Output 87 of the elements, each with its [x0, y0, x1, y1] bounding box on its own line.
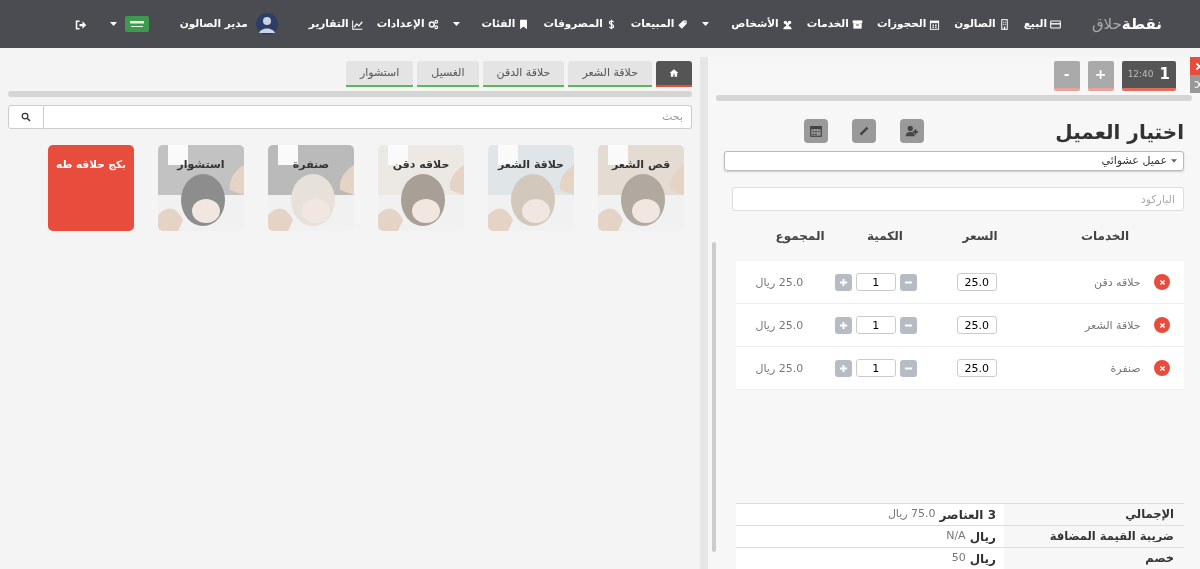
caret-icon — [1171, 159, 1177, 163]
section-title: اختيار العميل — [1055, 119, 1184, 146]
bookmark-icon — [518, 18, 530, 30]
avatar — [255, 13, 278, 35]
product-name[interactable]: حلاقة الشعر — [488, 157, 574, 174]
nav-link[interactable]: المصروفات — [536, 16, 624, 32]
plus-icon — [838, 363, 848, 373]
nav-link[interactable]: المبيعات — [623, 16, 696, 32]
caret-icon — [109, 22, 117, 26]
line-total: 25.0 ريال — [755, 318, 804, 332]
nav-link[interactable]: الحجوزات — [869, 16, 948, 32]
column-header: الكمية — [866, 228, 904, 245]
total-value: ريال — [969, 528, 996, 546]
calendar-button[interactable] — [804, 119, 828, 143]
service-name: حلاقه دقن — [1094, 275, 1141, 289]
total-value: 50 — [951, 550, 966, 567]
nav-link[interactable]: الأشخاص — [695, 16, 800, 32]
product-name[interactable]: صنفرة — [268, 157, 354, 174]
total-value: 3 العناصر — [939, 506, 996, 524]
nav-link[interactable]: الخدمات — [799, 16, 870, 32]
total-label: الإجمالي — [1125, 505, 1174, 523]
building-icon — [998, 18, 1010, 30]
logo-text: نقطة — [1121, 13, 1162, 35]
total-label: ضريبة القيمة المضافة — [1049, 527, 1174, 545]
add-customer-button[interactable] — [900, 119, 924, 143]
gears-icon — [427, 18, 439, 30]
remove-button[interactable] — [1154, 274, 1171, 290]
price-field[interactable]: 25.0 — [956, 359, 997, 377]
plus-icon — [838, 320, 848, 330]
scroll-bar[interactable] — [712, 242, 716, 552]
plus-icon — [838, 277, 848, 287]
add-user-icon — [905, 124, 919, 138]
user-name[interactable]: مدير الصالون — [179, 16, 248, 32]
barcode-field[interactable]: الباركود — [732, 187, 1184, 211]
nav-link[interactable]: التقارير — [301, 16, 370, 32]
calendar-icon — [809, 124, 823, 138]
logout-icon[interactable] — [74, 18, 87, 31]
search-button[interactable] — [8, 105, 44, 129]
card-icon — [1050, 18, 1061, 30]
quantity-field[interactable]: 1 — [855, 359, 896, 377]
total-label: خصم — [1145, 549, 1174, 567]
column-header: الخدمات — [1079, 228, 1131, 245]
close-icon — [1158, 364, 1166, 372]
product-name[interactable]: قص الشعر — [598, 157, 684, 174]
nav-link[interactable]: الفئات — [445, 16, 537, 32]
category-tab[interactable]: الغسيل — [417, 61, 479, 87]
chart-icon — [351, 18, 363, 30]
archive-icon — [851, 18, 863, 30]
flag-icon — [124, 16, 149, 32]
calendar-icon — [929, 18, 941, 30]
search-field[interactable]: بحث — [44, 105, 692, 129]
home-tab[interactable] — [656, 61, 692, 87]
quantity-field[interactable]: 1 — [855, 316, 896, 334]
nav-link[interactable]: الإعدادات — [369, 16, 446, 32]
quantity-field[interactable]: 1 — [855, 273, 896, 291]
close-icon — [1194, 61, 1200, 71]
customer-select[interactable]: عميل عشوائي — [724, 151, 1184, 171]
people-icon — [781, 18, 793, 30]
product-tile[interactable]: بكج حلاقه طه — [48, 145, 134, 231]
category-tab[interactable]: حلاقة الشعر — [568, 61, 652, 87]
category-tab[interactable]: استشوار — [345, 61, 414, 87]
line-total: 25.0 ريال — [755, 275, 804, 289]
total-value: ريال — [969, 550, 996, 568]
search-icon — [21, 112, 31, 122]
ticket-button[interactable] — [852, 119, 876, 143]
line-total: 25.0 ريال — [755, 361, 804, 375]
close-icon — [1158, 321, 1166, 329]
remove-button[interactable] — [1154, 317, 1171, 333]
category-tab[interactable]: حلاقة الدقن — [482, 61, 565, 87]
nav-link[interactable]: البيع — [1016, 16, 1068, 32]
service-name: صنفرة — [1110, 361, 1141, 375]
product-name[interactable]: استشوار — [158, 157, 244, 174]
home-icon — [669, 68, 679, 78]
close-icon — [1158, 278, 1166, 286]
price-field[interactable]: 25.0 — [956, 316, 997, 334]
logo-text: حلاق — [1092, 13, 1122, 35]
total-value: N/A — [946, 528, 966, 545]
column-header: المجموع — [774, 228, 826, 245]
remove-button[interactable] — [1154, 360, 1171, 376]
order-tab[interactable]: 12:40 1 — [1121, 61, 1176, 91]
column-header: السعر — [961, 228, 999, 245]
tag-icon — [677, 18, 689, 30]
price-field[interactable]: 25.0 — [956, 273, 997, 291]
product-name[interactable]: حلاقه دقن — [378, 157, 464, 174]
service-name: حلاقة الشعر — [1085, 318, 1141, 332]
nav-link[interactable]: الصالون — [947, 16, 1017, 32]
total-value: 75.0 ريال — [887, 506, 936, 523]
